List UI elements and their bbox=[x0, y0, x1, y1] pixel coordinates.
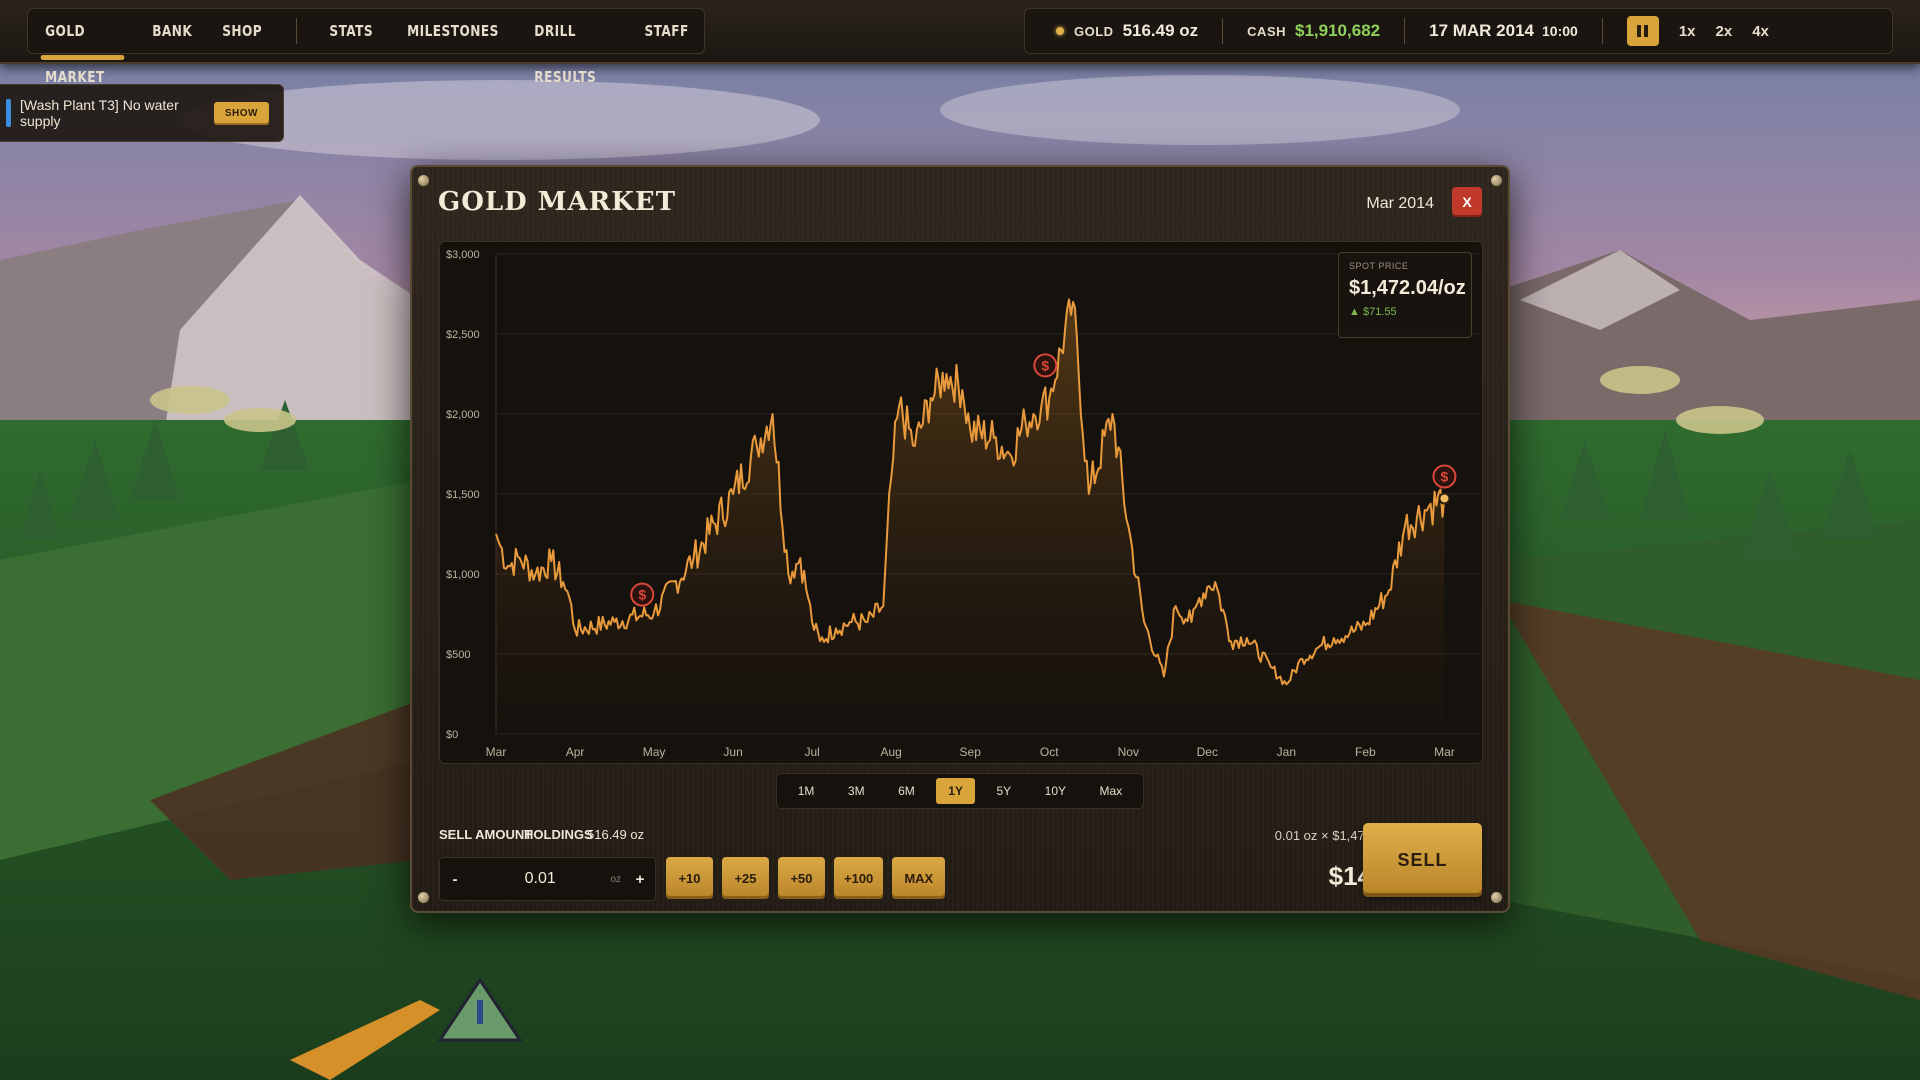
add-50-button[interactable]: +50 bbox=[778, 857, 825, 899]
y-tick-label: $0 bbox=[446, 729, 458, 741]
status-bar: GOLD 516.49 oz CASH $1,910,682 17 MAR 20… bbox=[1024, 8, 1893, 54]
nav-gold-market[interactable]: GOLD MARKET bbox=[33, 8, 131, 86]
close-button[interactable]: X bbox=[1452, 187, 1482, 217]
y-tick-label: $2,500 bbox=[446, 329, 480, 341]
range-10y-button[interactable]: 10Y bbox=[1033, 778, 1078, 804]
status-divider bbox=[1404, 18, 1406, 44]
x-tick-label: Dec bbox=[1197, 745, 1218, 759]
top-bar: GOLD MARKET BANK SHOP STATS MILESTONES D… bbox=[0, 0, 1920, 86]
rivet-decoration bbox=[418, 175, 429, 186]
rivet-decoration bbox=[1491, 892, 1502, 903]
arrow-up-icon: ▲ bbox=[1349, 306, 1360, 318]
spot-price-value: $1,472.04/oz bbox=[1349, 277, 1466, 299]
nav-divider bbox=[295, 18, 297, 44]
sell-marker-glyph: $ bbox=[638, 587, 646, 603]
x-tick-label: Mar bbox=[1434, 745, 1455, 759]
x-tick-label: Aug bbox=[881, 745, 902, 759]
spot-change-value: $71.55 bbox=[1362, 306, 1397, 318]
cash-value: $1,910,682 bbox=[1295, 21, 1381, 40]
add-25-button[interactable]: +25 bbox=[722, 857, 769, 899]
spot-price-card: SPOT PRICE $1,472.04/oz ▲ $71.55 bbox=[1338, 252, 1472, 338]
x-tick-label: May bbox=[643, 745, 666, 759]
x-tick-label: Sep bbox=[960, 745, 982, 759]
x-tick-label: Jun bbox=[723, 745, 742, 759]
spot-price-change: ▲ $71.55 bbox=[1349, 306, 1461, 318]
rivet-decoration bbox=[1491, 175, 1502, 186]
notification-show-button[interactable]: SHOW bbox=[213, 101, 269, 125]
price-chart: $0 $500 $1,000 $1,500 $2,000 $2,500 $3,000 Mar A… bbox=[439, 241, 1483, 764]
y-tick-label: $1,500 bbox=[446, 489, 480, 501]
sell-button[interactable]: SELL bbox=[1363, 823, 1482, 897]
quick-amount-buttons: +10 +25 +50 +100 MAX bbox=[666, 857, 946, 899]
x-tick-label: Apr bbox=[566, 745, 585, 759]
speed-4x-button[interactable]: 4x bbox=[1752, 23, 1769, 40]
status-divider bbox=[1222, 18, 1224, 44]
x-tick-label: Jan bbox=[1277, 745, 1296, 759]
max-amount-button[interactable]: MAX bbox=[892, 857, 946, 899]
y-tick-label: $500 bbox=[446, 649, 470, 661]
main-nav: GOLD MARKET BANK SHOP STATS MILESTONES D… bbox=[27, 8, 705, 86]
time-range-selector: 1M 3M 6M 1Y 5Y 10Y Max bbox=[776, 773, 1144, 809]
x-tick-label: Feb bbox=[1355, 745, 1376, 759]
sell-marker-glyph: $ bbox=[1441, 468, 1449, 484]
nav-drill-results[interactable]: DRILL RESULTS bbox=[522, 8, 623, 86]
sell-marker-glyph: $ bbox=[1041, 357, 1049, 373]
range-6m-button[interactable]: 6M bbox=[886, 778, 927, 804]
status-divider bbox=[1601, 18, 1603, 44]
nav-bank[interactable]: BANK bbox=[140, 8, 203, 54]
sell-amount-stepper: - oz + bbox=[439, 857, 656, 901]
add-100-button[interactable]: +100 bbox=[834, 857, 884, 899]
holdings-label: HOLDINGS bbox=[524, 827, 593, 842]
sale-calculation: 0.01 oz × $1,472 bbox=[1274, 828, 1372, 843]
range-1m-button[interactable]: 1M bbox=[786, 778, 827, 804]
x-tick-label: Nov bbox=[1118, 745, 1139, 759]
gold-market-panel: GOLD MARKET Mar 2014 X $0 $500 $1,000 $1,50… bbox=[410, 165, 1510, 913]
range-5y-button[interactable]: 5Y bbox=[984, 778, 1023, 804]
y-tick-label: $3,000 bbox=[446, 249, 480, 261]
panel-title: GOLD MARKET bbox=[438, 187, 677, 217]
notification-text: [Wash Plant T3] No water supply bbox=[20, 97, 179, 129]
decrement-button[interactable]: - bbox=[440, 871, 470, 888]
spot-price-label: SPOT PRICE bbox=[1349, 261, 1409, 271]
gold-value: 516.49 oz bbox=[1122, 21, 1199, 40]
x-tick-label: Oct bbox=[1040, 745, 1059, 759]
speed-1x-button[interactable]: 1x bbox=[1679, 23, 1696, 40]
sell-amount-label: SELL AMOUNT bbox=[439, 827, 533, 842]
nav-shop[interactable]: SHOP bbox=[211, 8, 274, 54]
game-date: 17 MAR 2014 bbox=[1429, 21, 1534, 40]
notification-toast: [Wash Plant T3] No water supply SHOW bbox=[0, 84, 284, 142]
price-chart-svg: $0 $500 $1,000 $1,500 $2,000 $2,500 $3,000 Mar A… bbox=[446, 249, 1480, 759]
range-max-button[interactable]: Max bbox=[1088, 778, 1135, 804]
add-10-button[interactable]: +10 bbox=[666, 857, 713, 899]
nav-staff[interactable]: STAFF bbox=[633, 8, 701, 54]
rivet-decoration bbox=[418, 892, 429, 903]
pause-icon bbox=[1637, 25, 1649, 37]
notification-accent bbox=[6, 99, 11, 127]
increment-button[interactable]: + bbox=[625, 871, 655, 888]
current-price-dot bbox=[1438, 492, 1451, 505]
amount-unit: oz bbox=[610, 873, 621, 885]
holdings-value: 516.49 oz bbox=[587, 827, 645, 842]
nav-milestones[interactable]: MILESTONES bbox=[395, 8, 510, 54]
gold-coin-icon bbox=[1056, 27, 1064, 35]
price-area bbox=[496, 299, 1445, 734]
x-tick-label: Mar bbox=[486, 745, 507, 759]
cash-label: CASH bbox=[1247, 23, 1287, 39]
panel-date: Mar 2014 bbox=[1366, 195, 1434, 212]
sell-amount-input[interactable] bbox=[470, 870, 611, 888]
y-tick-label: $1,000 bbox=[446, 569, 480, 581]
range-1y-button[interactable]: 1Y bbox=[936, 778, 975, 804]
y-tick-label: $2,000 bbox=[446, 409, 480, 421]
game-time: 10:00 bbox=[1542, 23, 1578, 39]
pause-button[interactable] bbox=[1626, 16, 1659, 46]
x-tick-label: Jul bbox=[804, 745, 819, 759]
gold-label: GOLD bbox=[1074, 23, 1114, 39]
nav-stats[interactable]: STATS bbox=[318, 8, 385, 54]
range-3m-button[interactable]: 3M bbox=[836, 778, 877, 804]
speed-2x-button[interactable]: 2x bbox=[1716, 23, 1733, 40]
